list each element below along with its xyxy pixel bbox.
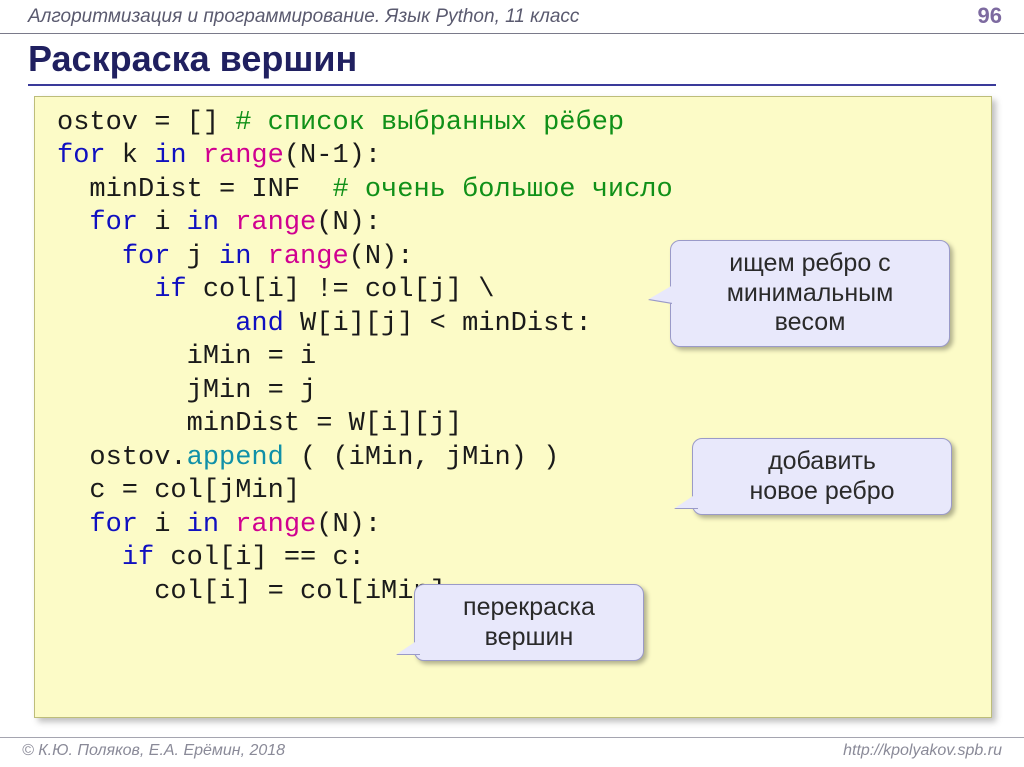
callout-text: добавить xyxy=(768,447,876,475)
callout-tail-icon xyxy=(675,492,699,508)
callout-text: весом xyxy=(775,308,846,336)
callout-text: вершин xyxy=(485,623,574,651)
footer-bar: © К.Ю. Поляков, Е.А. Ерёмин, 2018 http:/… xyxy=(0,737,1024,767)
callout-text: перекраска xyxy=(463,593,595,621)
source-url-label: http://kpolyakov.spb.ru xyxy=(843,742,1002,767)
callout-add-edge: добавить новое ребро xyxy=(692,438,952,515)
copyright-label: © К.Ю. Поляков, Е.А. Ерёмин, 2018 xyxy=(22,742,285,767)
code-text: ostov = [] # список выбранных рёбер for … xyxy=(57,107,969,609)
callout-text: минимальным xyxy=(727,279,894,307)
callout-recolor-vertices: перекраска вершин xyxy=(414,584,644,661)
page-number: 96 xyxy=(978,3,1002,29)
callout-text: ищем ребро с xyxy=(729,249,890,277)
course-label: Алгоритмизация и программирование. Язык … xyxy=(28,6,579,27)
callout-min-weight-edge: ищем ребро с минимальным весом xyxy=(670,240,950,347)
callout-tail-icon xyxy=(649,285,673,303)
slide: Алгоритмизация и программирование. Язык … xyxy=(0,0,1024,767)
callout-text: новое ребро xyxy=(749,477,894,505)
callout-tail-icon xyxy=(397,638,421,654)
page-title: Раскраска вершин xyxy=(28,38,996,86)
header-bar: Алгоритмизация и программирование. Язык … xyxy=(0,0,1024,34)
